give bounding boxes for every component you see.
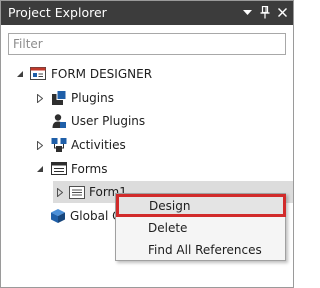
menu-item-label: Design: [149, 198, 191, 213]
collapsed-arrow-icon[interactable]: [55, 187, 65, 197]
tree-item-label: User Plugins: [71, 114, 146, 128]
menu-item-label: Delete: [148, 221, 188, 235]
tree-item-plugins[interactable]: Plugins: [35, 87, 114, 109]
tree-item-label: FORM DESIGNER: [51, 67, 153, 81]
tree-item-label: Global C: [70, 209, 121, 223]
close-icon[interactable]: [274, 4, 290, 21]
plugin-icon: [51, 90, 67, 106]
tree-item-label: Activities: [71, 138, 126, 152]
expanded-arrow-icon[interactable]: [15, 69, 25, 79]
dropdown-icon[interactable]: [239, 4, 255, 21]
panel-titlebar: Project Explorer: [1, 1, 293, 25]
tree-item-activities[interactable]: Activities: [35, 134, 126, 156]
collapsed-arrow-icon[interactable]: [35, 140, 45, 150]
collapsed-arrow-icon[interactable]: [35, 93, 45, 103]
tree-item-forms[interactable]: Forms: [35, 158, 107, 180]
project-explorer-panel: Project Explorer Filter FORM DESIGNER Pl…: [0, 0, 294, 288]
filter-input[interactable]: [8, 33, 286, 55]
tree-item-label: Forms: [71, 162, 108, 176]
menu-item-find-all-references[interactable]: Find All References: [116, 240, 285, 260]
context-menu: Design Delete Find All References: [115, 193, 286, 261]
user-icon: [51, 113, 67, 129]
panel-title: Project Explorer: [8, 5, 107, 20]
menu-item-delete[interactable]: Delete: [116, 218, 285, 238]
pin-icon[interactable]: [257, 4, 273, 21]
tree-item-global[interactable]: Global C: [50, 205, 120, 227]
forms-folder-icon: [51, 161, 67, 177]
tree-item-label: Plugins: [71, 91, 114, 105]
menu-item-label: Find All References: [148, 243, 262, 257]
menu-item-design[interactable]: Design: [116, 194, 286, 217]
expanded-arrow-icon[interactable]: [35, 164, 45, 174]
project-icon: [30, 66, 46, 82]
tree-item-user-plugins[interactable]: User Plugins: [51, 110, 145, 132]
activities-icon: [51, 137, 67, 153]
form-icon: [69, 184, 85, 200]
tree-item-form-designer[interactable]: FORM DESIGNER: [15, 63, 152, 85]
cube-icon: [50, 208, 66, 224]
